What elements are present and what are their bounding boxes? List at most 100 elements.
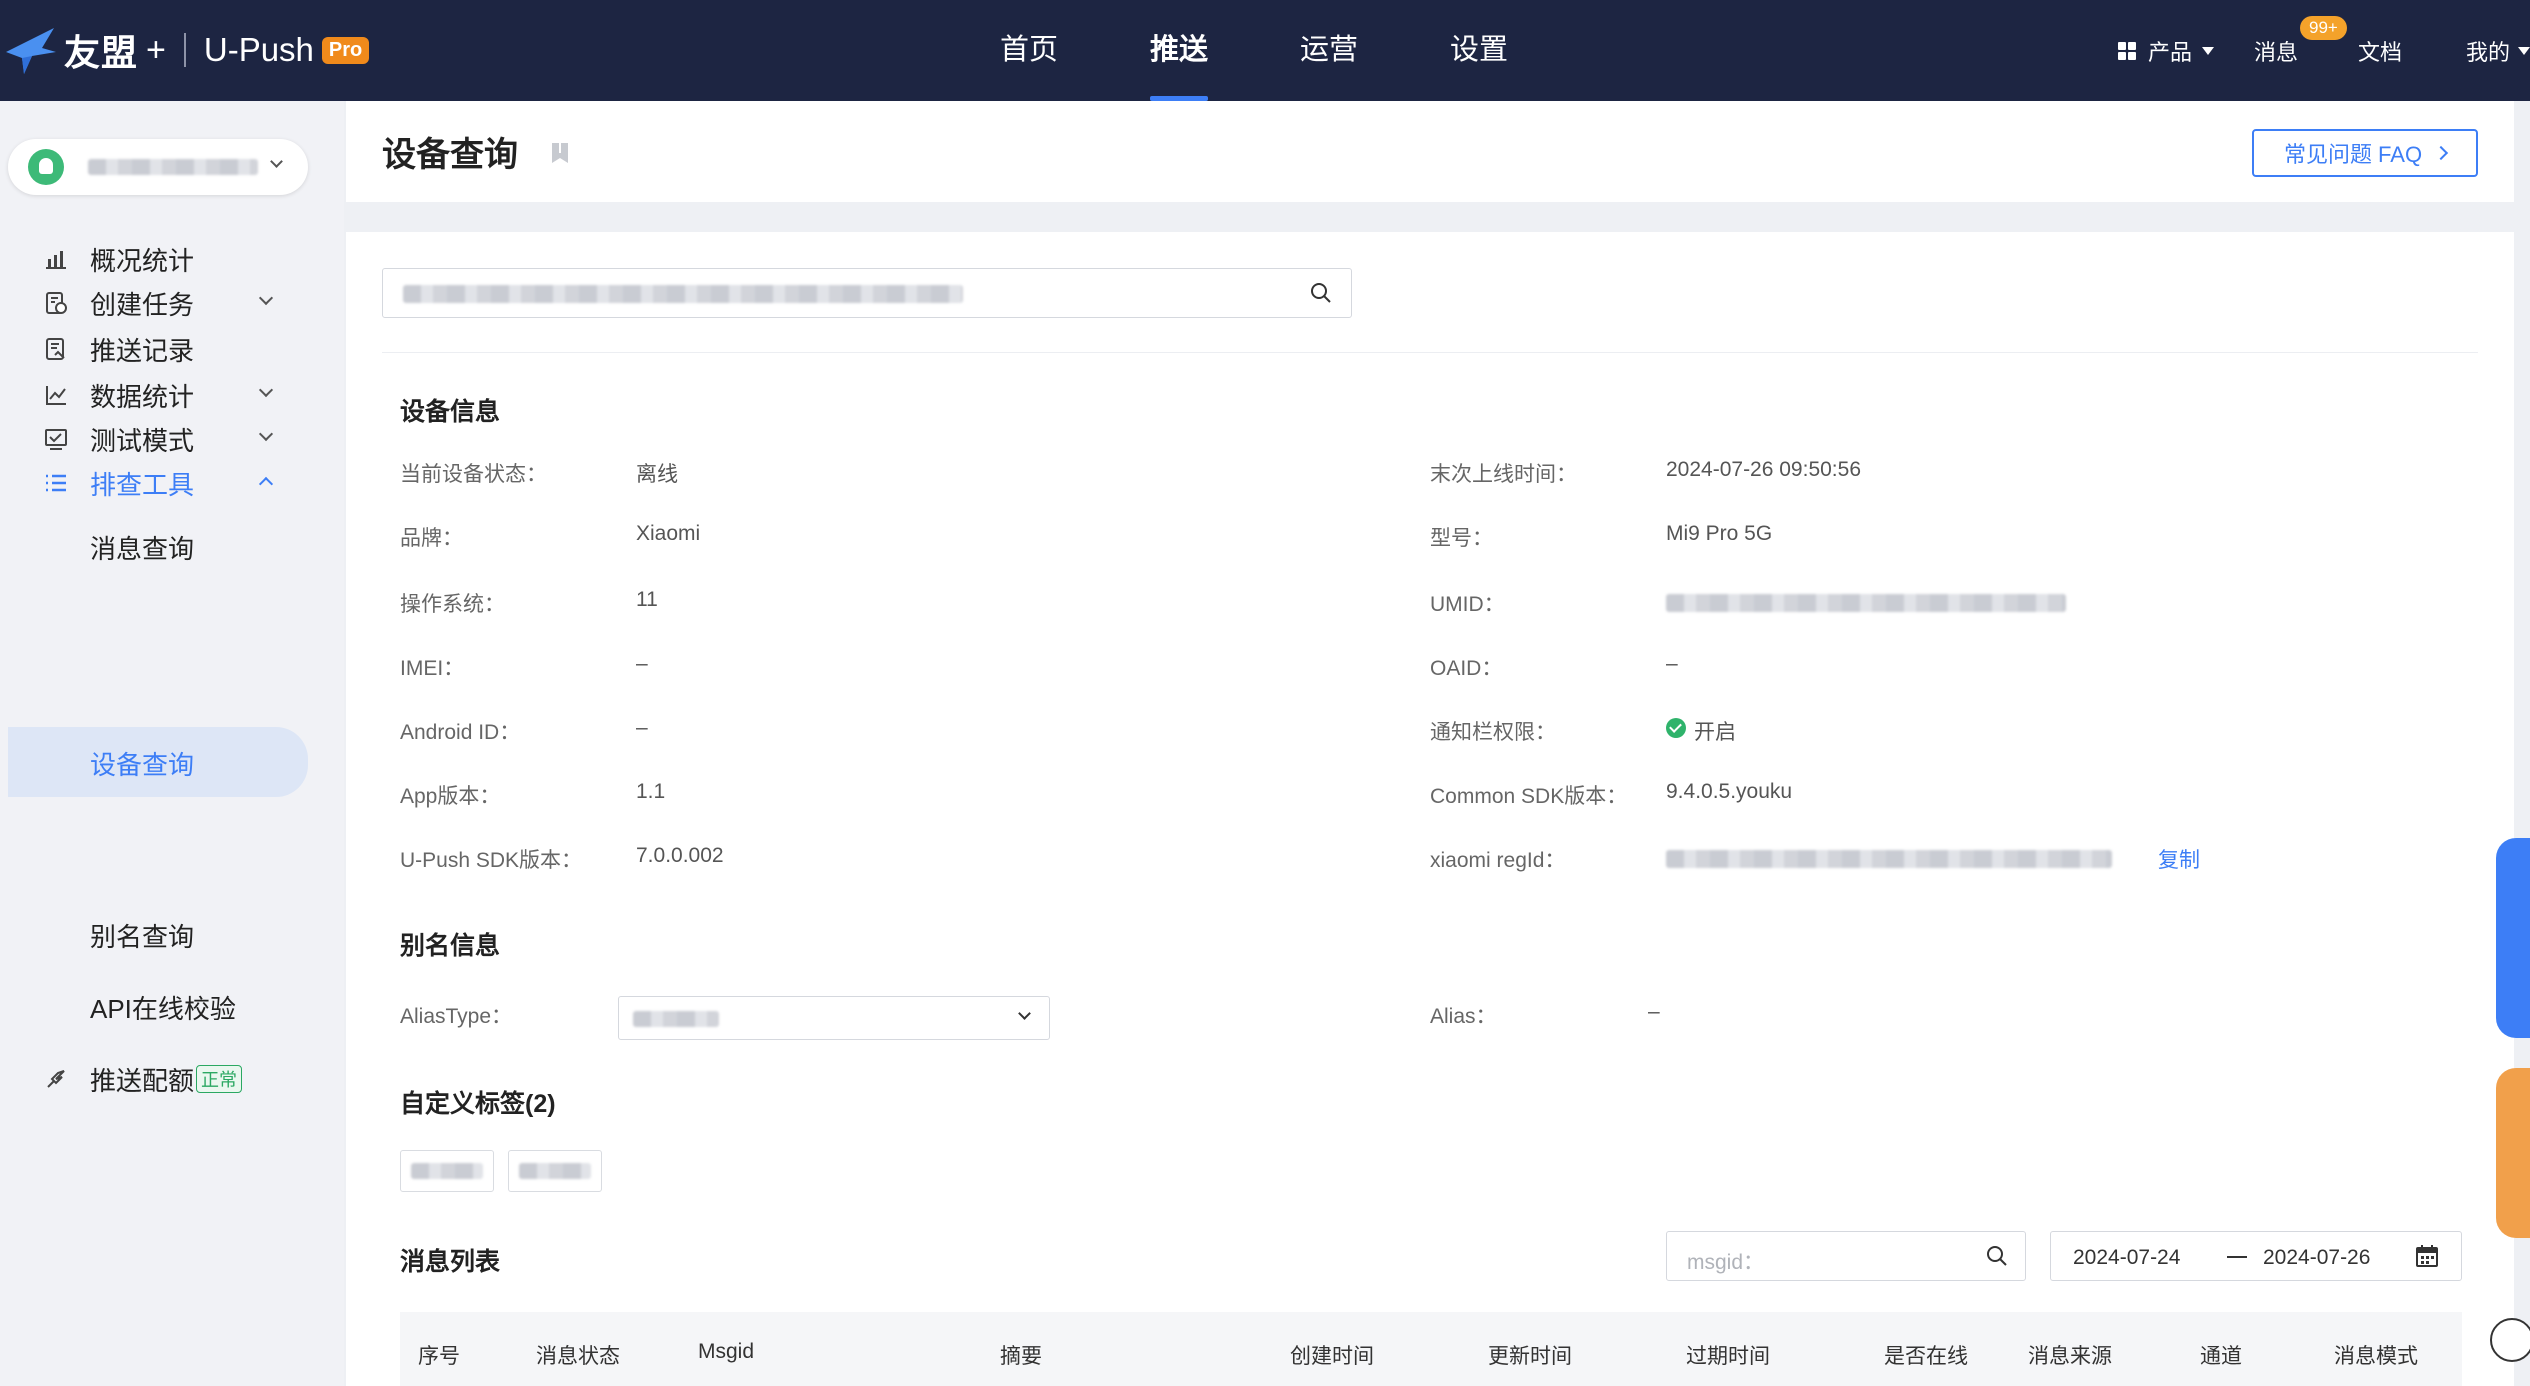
app-version-value: 1.1: [636, 780, 666, 803]
test-mode-icon: [45, 429, 67, 450]
divider: [382, 352, 2478, 353]
docs-link[interactable]: 文档: [2358, 0, 2402, 101]
date-start[interactable]: 2024-07-24: [2073, 1246, 2180, 1270]
sidebar-item-label: 推送配额: [90, 1065, 195, 1096]
chevron-right-icon: [2433, 145, 2449, 161]
alias-value: –: [1648, 1000, 1660, 1023]
grid-icon: [2118, 41, 2136, 60]
imei-label: IMEI：: [400, 657, 465, 680]
sidebar-subitem-label: 消息查询: [90, 534, 195, 564]
column-header-mode: 消息模式: [2334, 1345, 2418, 1368]
create-task-icon: [46, 292, 67, 314]
product-name: U-Push: [203, 31, 314, 68]
notification-permission-label: 通知栏权限：: [1430, 721, 1556, 744]
nav-push[interactable]: 推送: [1150, 0, 1209, 101]
alias-type-label: AliasType：: [400, 1005, 513, 1028]
sidebar-item-troubleshoot[interactable]: 排查工具: [0, 451, 344, 515]
top-navigation-bar: 友盟 + U-Push Pro 首页 推送 运营 设置 产品 消息 99+ 文档…: [0, 0, 2530, 101]
faq-button[interactable]: 常见问题 FAQ: [2252, 129, 2478, 177]
sidebar-item-push-quota[interactable]: 推送配额 正常: [0, 1047, 344, 1111]
messages-link[interactable]: 消息: [2254, 0, 2298, 101]
sidebar-subitem-device-query[interactable]: 设备查询: [8, 727, 308, 797]
column-header-summary: 摘要: [1000, 1345, 1042, 1368]
date-separator: [2227, 1256, 2247, 1258]
date-end[interactable]: 2024-07-26: [2263, 1246, 2370, 1270]
products-menu[interactable]: 产品: [2118, 0, 2215, 101]
message-table-header: 序号 消息状态 Msgid 摘要 创建时间 更新时间 过期时间 是否在线 消息来…: [400, 1312, 2462, 1386]
search-icon[interactable]: [1309, 281, 1333, 305]
tag-value-redacted: [411, 1163, 483, 1179]
date-range-picker[interactable]: 2024-07-24 2024-07-26: [2050, 1231, 2462, 1281]
floating-help-tab[interactable]: [2496, 1068, 2530, 1238]
column-header-created: 创建时间: [1290, 1345, 1374, 1368]
nav-home[interactable]: 首页: [1000, 0, 1058, 101]
android-id-label: Android ID：: [400, 721, 521, 744]
caret-down-icon: [2202, 46, 2215, 55]
chevron-down-icon: [258, 426, 274, 442]
umeng-logo[interactable]: 友盟 + U-Push Pro: [2, 22, 370, 78]
messages-label: 消息: [2254, 39, 2299, 65]
notification-permission-value: 开启: [1694, 721, 1736, 744]
alias-label: Alias：: [1430, 1005, 1497, 1028]
brand-label: 品牌：: [400, 527, 463, 550]
quota-status-badge: 正常: [196, 1065, 242, 1093]
sidebar-subitem-message-query[interactable]: 消息查询: [0, 511, 344, 581]
logo-divider: [183, 33, 186, 67]
column-header-online: 是否在线: [1884, 1345, 1968, 1368]
calendar-icon[interactable]: [2415, 1244, 2439, 1268]
column-header-status: 消息状态: [536, 1345, 620, 1368]
copy-regid-button[interactable]: 复制: [2158, 844, 2200, 874]
bookmark-icon[interactable]: [548, 141, 572, 165]
app-selector[interactable]: [8, 139, 308, 195]
main-nav: 首页 推送 运营 设置: [1000, 0, 1600, 101]
chevron-down-icon: [258, 290, 274, 306]
common-sdk-version-value: 9.4.0.5.youku: [1666, 780, 1793, 803]
faq-button-label: 常见问题 FAQ: [2283, 142, 2423, 167]
device-info-title: 设备信息: [400, 398, 501, 426]
brand-plus: +: [146, 30, 166, 69]
sidebar-subitem-label: API在线校验: [90, 994, 236, 1024]
device-status-value: 离线: [636, 463, 678, 486]
nav-settings[interactable]: 设置: [1450, 0, 1508, 101]
chevron-down-icon: [1018, 1007, 1031, 1020]
column-header-msgid: Msgid: [698, 1340, 755, 1363]
nav-operation[interactable]: 运营: [1300, 0, 1358, 101]
page-header: 设备查询 常见问题 FAQ: [346, 101, 2514, 202]
os-value: 11: [636, 588, 658, 611]
chevron-down-icon: [258, 382, 274, 398]
msgid-search-input[interactable]: msgid：: [1666, 1231, 2026, 1281]
sidebar-item-label: 排查工具: [90, 469, 195, 500]
chevron-up-icon: [258, 476, 274, 492]
sidebar-item-label: 创建任务: [90, 289, 195, 320]
sidebar: 概况统计 创建任务 推送记录 数据统计 测试模式 排查工具 消息查询 设备查询 …: [0, 101, 344, 1386]
sidebar-subitem-api-check[interactable]: API在线校验: [0, 971, 344, 1041]
alias-info-title: 别名信息: [400, 932, 501, 960]
alias-type-select[interactable]: [618, 996, 1050, 1040]
custom-tag: [400, 1150, 494, 1192]
page-title: 设备查询: [382, 136, 518, 174]
xiaomi-regid-value-redacted: [1666, 850, 2112, 868]
umeng-bird-icon: [6, 28, 56, 74]
last-online-value: 2024-07-26 09:50:56: [1666, 458, 1861, 481]
floating-feedback-tab[interactable]: [2496, 838, 2530, 1038]
search-icon[interactable]: [1985, 1244, 2009, 1268]
sidebar-subitem-alias-query[interactable]: 别名查询: [0, 899, 344, 969]
column-header-expires: 过期时间: [1686, 1345, 1770, 1368]
android-icon: [28, 149, 64, 185]
device-search-input[interactable]: [382, 268, 1352, 318]
check-circle-icon: [1666, 718, 1686, 738]
imei-value: –: [636, 652, 648, 675]
push-record-icon: [46, 338, 65, 360]
umid-label: UMID：: [1430, 593, 1505, 616]
app-name-redacted: [88, 159, 258, 175]
chart-icon: [46, 251, 66, 269]
floating-chat-button[interactable]: [2490, 1318, 2530, 1362]
rocket-icon: [47, 1070, 65, 1088]
sidebar-subitem-label: 设备查询: [90, 750, 195, 780]
chevron-down-icon: [270, 155, 283, 168]
device-status-label: 当前设备状态：: [400, 463, 547, 486]
umid-value-redacted: [1666, 594, 2066, 612]
brand-value: Xiaomi: [636, 522, 701, 545]
column-header-updated: 更新时间: [1488, 1345, 1572, 1368]
mine-menu[interactable]: 我的: [2466, 0, 2530, 101]
